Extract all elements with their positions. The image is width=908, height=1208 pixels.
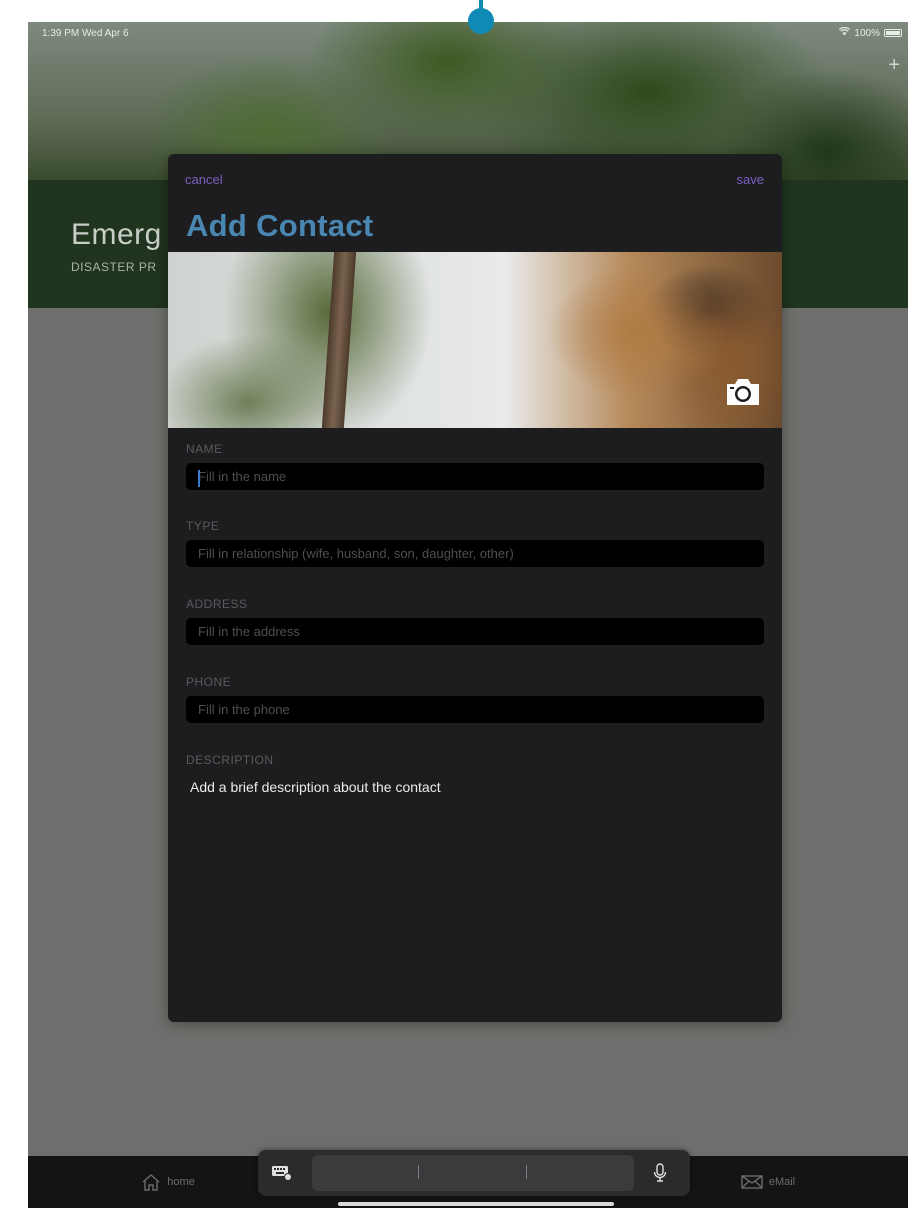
top-indicator-dot: [468, 8, 494, 34]
name-label: NAME: [186, 442, 223, 456]
save-button[interactable]: save: [737, 172, 764, 187]
add-contact-modal: cancel save Add Contact NAME TYPE ADDRES…: [168, 154, 782, 1022]
microphone-icon[interactable]: [650, 1161, 670, 1185]
modal-title: Add Contact: [186, 208, 374, 243]
add-icon[interactable]: +: [888, 54, 900, 77]
keyboard-dismiss-icon[interactable]: [270, 1164, 294, 1182]
wifi-icon: [839, 26, 851, 39]
phone-input[interactable]: [186, 696, 764, 723]
description-label: DESCRIPTION: [186, 753, 274, 767]
keyboard-shortcut-bar: [258, 1150, 690, 1196]
suggestion-divider: [418, 1165, 419, 1179]
tab-home[interactable]: home: [108, 1173, 228, 1191]
phone-label: PHONE: [186, 675, 232, 689]
keyboard-suggestion-field[interactable]: [312, 1155, 634, 1191]
camera-icon[interactable]: [724, 376, 762, 408]
address-label: ADDRESS: [186, 597, 248, 611]
background-page-subtitle: DISASTER PR: [71, 260, 157, 274]
contact-photo[interactable]: [168, 252, 782, 428]
address-input[interactable]: [186, 618, 764, 645]
battery-percent: 100%: [854, 27, 880, 39]
text-caret: [198, 470, 200, 487]
suggestion-divider: [526, 1165, 527, 1179]
description-textarea[interactable]: Add a brief description about the contac…: [190, 779, 441, 795]
home-indicator[interactable]: [338, 1202, 614, 1206]
tab-email-label: eMail: [768, 1176, 796, 1188]
home-icon: [142, 1174, 160, 1191]
type-label: TYPE: [186, 519, 220, 533]
tab-home-label: home: [167, 1176, 195, 1188]
tab-email[interactable]: eMail: [708, 1175, 828, 1189]
photo-palm-trunk: [321, 252, 357, 428]
background-page-title: Emerg: [71, 218, 162, 251]
status-indicators: 100%: [839, 26, 902, 39]
mail-icon: [741, 1175, 763, 1189]
type-input[interactable]: [186, 540, 764, 567]
battery-icon: [884, 29, 902, 37]
status-time: 1:39 PM Wed Apr 6: [42, 28, 129, 39]
name-input[interactable]: [186, 463, 764, 490]
cancel-button[interactable]: cancel: [185, 172, 223, 187]
